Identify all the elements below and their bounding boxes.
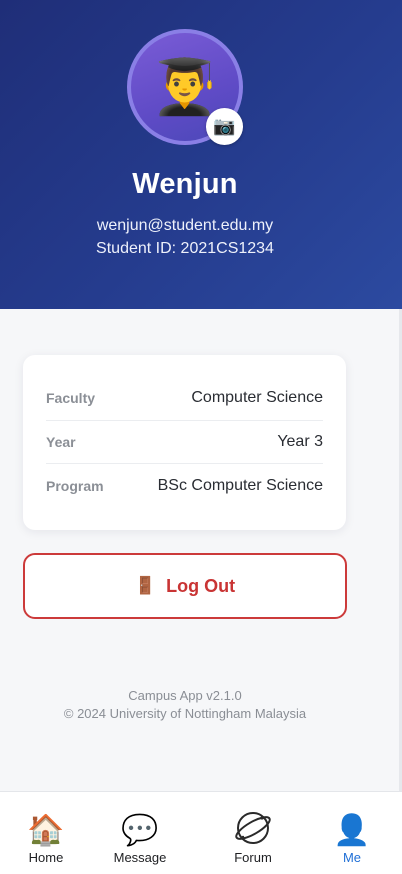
info-row-faculty: Faculty Computer Science [46,377,323,421]
tab-label: Home [28,850,64,865]
info-value: BSc Computer Science [157,476,323,494]
logout-label: Log Out [166,575,236,596]
info-value: Computer Science [191,389,323,407]
me-icon: 👤 [333,814,371,847]
info-label: Faculty [46,390,96,407]
student-info-card: Faculty Computer Science Year Year 3 Pro… [23,355,346,530]
profile-student-id: Student ID: 2021CS1234 [96,240,274,257]
logout-button[interactable]: 🚪 Log Out [23,553,347,619]
profile-header: 👨‍🎓 📷 Wenjun wenjun@student.edu.my Stude… [0,0,402,309]
tab-message[interactable]: 💬 Message [108,792,172,874]
profile-email: wenjun@student.edu.my [96,217,274,234]
message-icon: 💬 [121,814,159,847]
tab-label: Forum [234,850,272,865]
change-photo-button[interactable]: 📷 [206,108,243,145]
camera-icon: 📷 [213,116,236,136]
door-icon: 🚪 [134,576,157,595]
home-icon: 🏠 [27,814,65,847]
app-version: Campus App v2.1.0 [128,688,242,703]
tab-label: Message [113,850,167,865]
info-row-program: Program BSc Computer Science [46,464,323,508]
info-row-year: Year Year 3 [46,421,323,464]
info-label: Year [46,433,76,450]
tab-label: Me [342,850,362,865]
copyright-text: © 2024 University of Nottingham Malaysia [63,706,307,721]
info-label: Program [46,477,104,494]
tab-me[interactable]: 👤 Me [331,792,373,874]
bottom-tab-bar: 🏠 Home 💬 Message Forum 👤 Me [0,791,402,874]
tab-home[interactable]: 🏠 Home [23,792,69,874]
tab-forum[interactable]: Forum [228,792,278,874]
profile-name: Wenjun [132,168,238,200]
forum-icon [235,810,271,846]
info-value: Year 3 [277,432,323,450]
